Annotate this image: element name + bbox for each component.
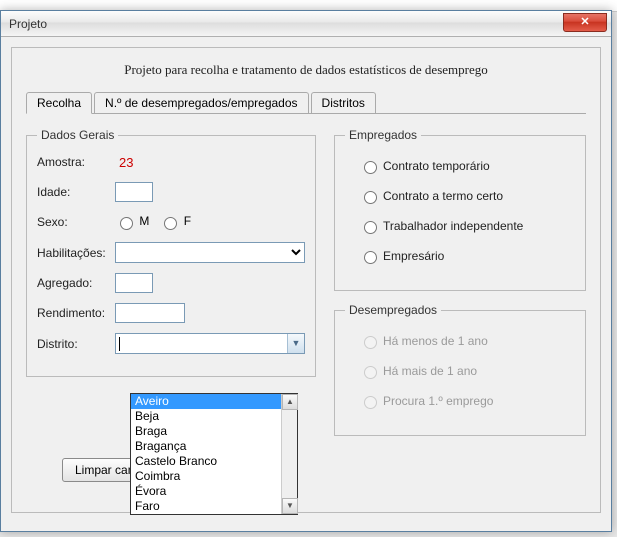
label-idade: Idade: [37,185,115,199]
radio-mais-1-ano: Há mais de 1 ano [359,363,575,379]
titlebar: Projeto ✕ [1,11,611,37]
radio-contrato-temporario[interactable]: Contrato temporário [359,158,575,174]
legend-empregados: Empregados [345,128,421,142]
list-item[interactable]: Évora [131,484,297,499]
select-distrito[interactable]: ▼ [115,333,305,354]
tab-recolha[interactable]: Recolha [26,92,92,114]
radio-sexo-m[interactable] [120,217,133,230]
row-rendimento: Rendimento: [37,303,305,323]
list-item[interactable]: Beja [131,409,297,424]
scroll-down-button[interactable]: ▼ [282,498,298,514]
page-title: Projeto para recolha e tratamento de dad… [26,62,586,78]
close-icon: ✕ [580,16,589,28]
label-distrito: Distrito: [37,337,115,351]
chevron-down-icon[interactable]: ▼ [287,334,304,353]
radio-trabalhador-independente[interactable]: Trabalhador independente [359,218,575,234]
window-title: Projeto [9,17,47,31]
input-agregado[interactable] [115,273,153,293]
list-item[interactable]: Aveiro [131,394,297,409]
list-item[interactable]: Braga [131,424,297,439]
input-idade[interactable] [115,182,153,202]
tab-desempregados-empregados[interactable]: N.º de desempregados/empregados [94,92,309,113]
label-habilitacoes: Habilitações: [37,246,115,260]
legend-dados-gerais: Dados Gerais [37,128,118,142]
value-amostra: 23 [119,155,133,170]
tab-strip: Recolha N.º de desempregados/empregados … [26,92,586,114]
right-column: Empregados Contrato temporário Contrato … [334,128,586,448]
label-amostra: Amostra: [37,155,115,169]
input-rendimento[interactable] [115,303,185,323]
list-item[interactable]: Castelo Branco [131,454,297,469]
row-habilitacoes: Habilitações: [37,242,305,263]
row-agregado: Agregado: [37,273,305,293]
radio-menos-1-ano: Há menos de 1 ano [359,333,575,349]
scroll-up-button[interactable]: ▲ [282,394,298,410]
list-item[interactable]: Coimbra [131,469,297,484]
legend-desempregados: Desempregados [345,303,441,317]
inner-panel: Projeto para recolha e tratamento de dad… [11,47,601,513]
select-habilitacoes[interactable] [115,242,305,263]
list-item[interactable]: Faro [131,499,297,514]
fieldset-desempregados: Desempregados Há menos de 1 ano Há mais … [334,303,586,436]
tab-distritos[interactable]: Distritos [311,92,376,113]
fieldset-dados-gerais: Dados Gerais Amostra: 23 Idade: Sexo: [26,128,316,377]
fieldset-empregados: Empregados Contrato temporário Contrato … [334,128,586,291]
distrito-dropdown-list[interactable]: Aveiro Beja Braga Bragança Castelo Branc… [130,393,298,515]
text-cursor [119,337,120,351]
radio-sexo-f[interactable] [164,217,177,230]
radio-sexo-f-label[interactable]: F [159,214,191,230]
label-agregado: Agregado: [37,276,115,290]
columns: Dados Gerais Amostra: 23 Idade: Sexo: [26,128,586,448]
client-area: Projeto para recolha e tratamento de dad… [1,37,611,531]
label-sexo: Sexo: [37,215,115,229]
dropdown-scrollbar[interactable]: ▲ ▼ [281,394,297,514]
row-sexo: Sexo: M F [37,212,305,232]
close-button[interactable]: ✕ [563,13,607,32]
row-distrito: Distrito: ▼ [37,333,305,354]
row-amostra: Amostra: 23 [37,152,305,172]
label-rendimento: Rendimento: [37,306,115,320]
dialog-window: Projeto ✕ Projeto para recolha e tratame… [0,10,612,532]
radio-procura-primeiro-emprego: Procura 1.º emprego [359,393,575,409]
list-item[interactable]: Bragança [131,439,297,454]
row-idade: Idade: [37,182,305,202]
radio-sexo-m-label[interactable]: M [115,214,149,230]
radio-contrato-termo-certo[interactable]: Contrato a termo certo [359,188,575,204]
radio-empresario[interactable]: Empresário [359,248,575,264]
